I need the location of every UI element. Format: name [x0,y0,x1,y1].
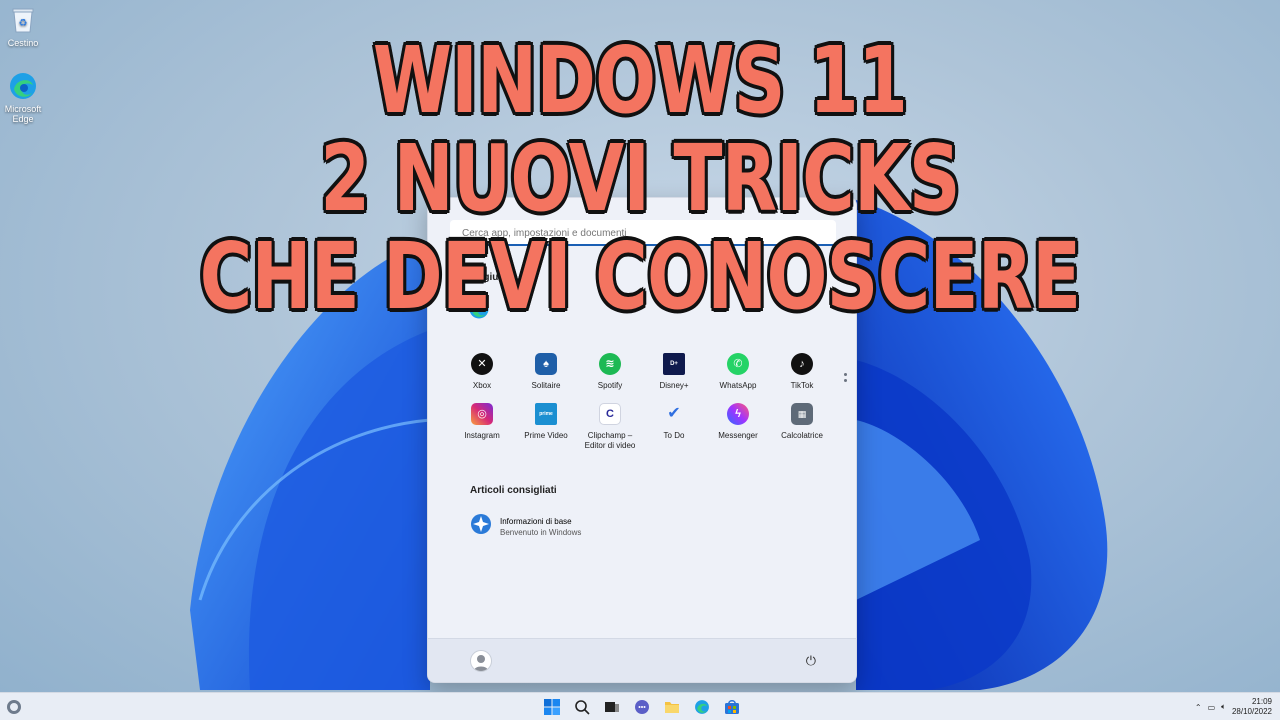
desktop-icon-label: Microsoft Edge [4,104,42,124]
power-icon: ⏻ [805,653,816,668]
widgets-icon [7,700,21,714]
todo-icon: ✔ [667,405,681,422]
clipchamp-icon: C [599,403,621,425]
app-label: Prime Video [524,431,568,440]
messenger-icon: ϟ [727,403,749,425]
desktop-icon-edge[interactable]: Microsoft Edge [0,70,46,124]
pinned-section-title: Aggiunte [470,272,514,283]
clock[interactable]: 21:09 28/10/2022 [1232,697,1272,717]
search-input[interactable]: Cerca app, impostazioni e documenti [450,220,836,246]
start-footer: ⏻ [428,638,856,682]
app-label: Spotify [597,381,623,390]
taskbar: ⌃ ▭ 🔈︎ 21:09 28/10/2022 [0,692,1280,720]
network-icon[interactable]: ▭ [1208,703,1216,712]
edge-icon [695,700,709,714]
system-tray: ⌃ ▭ 🔈︎ 21:09 28/10/2022 [1195,696,1272,718]
app-tiktok[interactable]: ♪ TikTok [770,353,834,391]
start-menu: Cerca app, impostazioni e documenti Aggi… [427,197,857,683]
file-explorer-icon [665,702,679,713]
search-icon [575,700,590,715]
search-button[interactable] [570,696,594,718]
app-label: WhatsApp [719,381,757,390]
task-view-icon [605,702,619,712]
start-icon [544,699,560,715]
weather-widget-button[interactable] [6,699,22,715]
headline-line-1: WINDOWS 11 [372,27,908,134]
prime-video-icon: prime [535,403,557,425]
start-button[interactable] [540,696,564,718]
app-spotify[interactable]: ≋ Spotify [578,353,642,391]
clock-time: 21:09 [1251,697,1272,706]
edge-icon [7,70,39,102]
chat-icon [635,700,649,714]
chevron-up-icon[interactable]: ⌃ [1195,703,1202,712]
recycle-bin-icon: ♻ [7,4,39,36]
app-xbox[interactable]: ✕ Xbox [450,353,514,391]
task-view-button[interactable] [600,696,624,718]
store-button[interactable] [720,696,744,718]
app-disney[interactable]: D+ Disney+ [642,353,706,391]
app-solitaire[interactable]: ♠ Solitaire [514,353,578,391]
tiktok-icon: ♪ [791,353,813,375]
app-label: Messenger [718,431,758,440]
file-explorer-button[interactable] [660,696,684,718]
app-clipchamp[interactable]: C Clipchamp – Editor di video [578,403,642,451]
instagram-icon: ◎ [471,403,493,425]
app-label: Solitaire [531,381,561,390]
store-icon [725,700,739,714]
app-messenger[interactable]: ϟ Messenger [706,403,770,451]
volume-icon[interactable]: 🔈︎ [1221,702,1226,712]
app-label: Instagram [464,431,500,440]
app-whatsapp[interactable]: ✆ WhatsApp [706,353,770,391]
taskbar-center [540,696,744,718]
recommended-item-title: Informazioni di base [500,516,572,526]
spotify-icon: ≋ [599,353,621,375]
app-todo[interactable]: ✔ To Do [642,403,706,451]
edge-icon [468,298,490,325]
recommended-section-title: Articoli consigliati [470,485,557,496]
desktop-icon-recycle-bin[interactable]: ♻ Cestino [0,4,46,48]
app-label: Calcolatrice [781,431,823,440]
recommended-item[interactable]: Informazioni di base Benvenuto in Window… [470,513,581,540]
recommended-item-subtitle: Benvenuto in Windows [500,527,582,537]
pinned-apps-grid: ✕ Xbox ♠ Solitaire ≋ Spotify D+ Disney+ … [450,353,834,451]
app-label: TikTok [790,381,814,390]
app-prime-video[interactable]: prime Prime Video [514,403,578,451]
tips-icon [470,513,492,540]
pinned-app-edge[interactable] [468,298,490,325]
calculator-icon: ▦ [791,403,813,425]
disney-icon: D+ [663,353,685,375]
user-avatar[interactable] [470,650,492,672]
app-label: Clipchamp – Editor di video [584,431,636,450]
svg-text:♻: ♻ [19,18,28,29]
solitaire-icon: ♠ [535,353,557,375]
app-label: Disney+ [659,381,689,390]
app-label: Xbox [472,381,492,390]
chat-button[interactable] [630,696,654,718]
app-instagram[interactable]: ◎ Instagram [450,403,514,451]
page-indicator[interactable] [844,370,848,385]
whatsapp-icon: ✆ [727,353,749,375]
xbox-icon: ✕ [471,353,493,375]
clock-date: 28/10/2022 [1231,707,1272,716]
edge-button[interactable] [690,696,714,718]
power-button[interactable]: ⏻ [806,653,816,669]
app-calculator[interactable]: ▦ Calcolatrice [770,403,834,451]
desktop-icon-label: Cestino [7,38,39,48]
app-label: To Do [663,431,685,440]
